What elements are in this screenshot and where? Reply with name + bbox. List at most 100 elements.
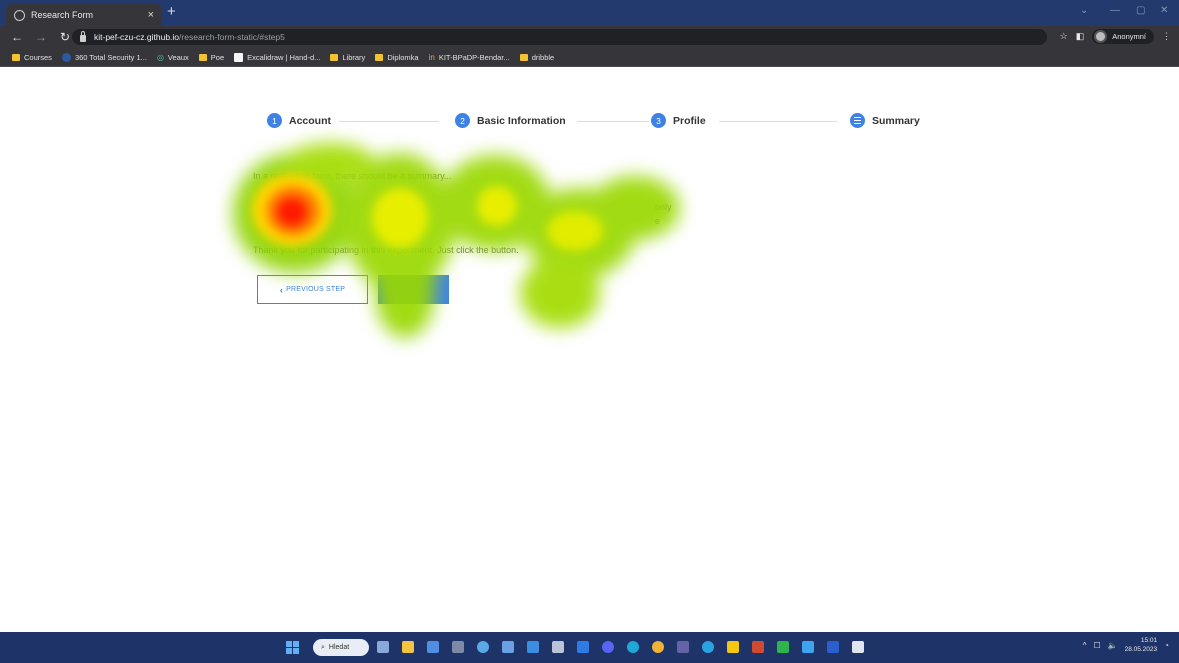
bookmark-label: Diplomka: [387, 52, 419, 62]
step-basic-information[interactable]: 2 Basic Information: [455, 113, 566, 128]
step-divider: [339, 120, 439, 122]
minimize-icon[interactable]: —: [1110, 5, 1120, 16]
reload-icon[interactable]: ↻: [58, 30, 72, 44]
browser-tab-strip: Research Form × + ⌄ — ▢ ✕: [0, 0, 1179, 26]
profile-label: Anonymní: [1112, 32, 1146, 41]
profile-button[interactable]: Anonymní: [1092, 29, 1154, 44]
gaze-heatmap-overlay: [233, 143, 680, 338]
display-icon[interactable]: ☐: [1093, 641, 1100, 650]
step-label: Profile: [673, 114, 706, 127]
menu-icon[interactable]: ⋮: [1162, 31, 1171, 42]
bookmark-excalidraw[interactable]: Excalidraw | Hand-d...: [234, 52, 320, 62]
folder-icon: [519, 53, 528, 61]
outlook-icon[interactable]: [527, 641, 539, 653]
star-icon[interactable]: ☆: [1060, 31, 1068, 42]
step-profile[interactable]: 3 Profile: [651, 113, 706, 128]
task-view-icon[interactable]: [377, 641, 389, 653]
chrome-icon[interactable]: [652, 641, 664, 653]
bookmark-label: Veaux: [167, 52, 189, 62]
new-tab-button[interactable]: +: [167, 4, 176, 19]
steam-icon[interactable]: [552, 641, 564, 653]
notifications-icon[interactable]: ◔: [1164, 641, 1169, 650]
bookmark-dribble[interactable]: dribble: [519, 52, 555, 62]
step-summary[interactable]: Summary: [850, 113, 920, 128]
browser-tab-research-form[interactable]: Research Form ×: [6, 4, 162, 26]
bookmarks-bar: Courses 360 Total Security 1... ◎ Veaux P…: [0, 48, 1179, 67]
globe-icon: [14, 9, 25, 21]
tab-search-icon[interactable]: ⌄: [1080, 5, 1088, 16]
url-host: kit-pef-czu-cz.github.io: [94, 32, 180, 42]
toolbar-right: ☆ ◧ Anonymní ⋮: [1060, 29, 1171, 44]
forward-icon[interactable]: →: [34, 30, 48, 44]
folder-icon: [198, 53, 207, 61]
maximize-icon[interactable]: ▢: [1136, 5, 1145, 16]
azure-icon[interactable]: [802, 641, 814, 653]
folder-icon: [375, 53, 384, 61]
tab-title: Research Form: [31, 10, 94, 20]
file-explorer-icon[interactable]: [402, 641, 414, 653]
step-divider: [577, 120, 649, 122]
settings-icon[interactable]: [477, 641, 489, 653]
telegram-icon[interactable]: [702, 641, 714, 653]
calendar-app-icon[interactable]: [427, 641, 439, 653]
chevron-up-icon[interactable]: ^: [1083, 641, 1087, 650]
summary-intro-text: In a real-world form, there should be a …: [253, 171, 452, 181]
notepad-icon[interactable]: [452, 641, 464, 653]
clock-date: 28.05.2023: [1124, 646, 1158, 653]
system-tray: ^ ☐ 🔈 15:01 28.05.2023 ◔: [1083, 636, 1169, 654]
bookmark-veaux[interactable]: ◎ Veaux: [157, 53, 189, 62]
bookmark-label: KIT-BPaDP-Bendar...: [438, 52, 510, 62]
address-bar[interactable]: kit-pef-czu-cz.github.io/research-form-s…: [72, 29, 1047, 45]
bookmark-poe[interactable]: Poe: [198, 52, 225, 62]
folder-icon: [330, 53, 339, 61]
wizard-stepper: 1 Account 2 Basic Information 3 Profile …: [267, 113, 927, 129]
back-icon[interactable]: ←: [10, 30, 24, 44]
volume-icon[interactable]: 🔈: [1108, 641, 1118, 650]
teams-icon[interactable]: [677, 641, 689, 653]
bookmark-diplomka[interactable]: Diplomka: [375, 52, 419, 62]
summary-text-fragment: only: [655, 202, 672, 212]
figma-icon[interactable]: [752, 641, 764, 653]
incognito-avatar-icon: [1094, 30, 1108, 43]
taskbar-search[interactable]: ⌕ Hledat: [313, 639, 369, 656]
app-icon[interactable]: [777, 641, 789, 653]
page-content: 1 Account 2 Basic Information 3 Profile …: [0, 68, 1179, 632]
word-icon[interactable]: [827, 641, 839, 653]
address-toolbar: ← → ↻ kit-pef-czu-cz.github.io/research-…: [0, 26, 1179, 48]
thank-you-text: Thank you for participating in this expe…: [253, 245, 519, 255]
bookmark-label: Library: [342, 52, 366, 62]
bookmark-360-total-security[interactable]: 360 Total Security 1...: [61, 52, 147, 62]
folder-icon: [12, 53, 20, 61]
taskbar-search-label: Hledat: [328, 644, 350, 651]
tab-close-icon[interactable]: ×: [148, 9, 154, 21]
clock[interactable]: 15:01 28.05.2023: [1125, 636, 1158, 654]
lock-icon[interactable]: [80, 30, 86, 42]
step-number: 2: [455, 113, 470, 128]
step-account[interactable]: 1 Account: [267, 113, 331, 128]
bookmark-courses[interactable]: Courses: [12, 53, 52, 62]
list-icon: [850, 113, 865, 128]
excalidraw-icon: [234, 52, 244, 62]
bookmark-label: dribble: [531, 52, 555, 62]
snipping-tool-icon[interactable]: [852, 641, 864, 653]
summary-text-fragment: e: [655, 216, 661, 226]
step-divider: [719, 120, 837, 122]
bookmark-kit-bpadp[interactable]: in KIT-BPaDP-Bendar...: [429, 53, 510, 62]
bookmark-library[interactable]: Library: [330, 53, 365, 62]
chevron-left-icon: ‹: [279, 284, 284, 295]
discord-icon[interactable]: [602, 641, 614, 653]
previous-step-button[interactable]: ‹ PREVIOUS STEP: [257, 275, 368, 304]
close-window-icon[interactable]: ✕: [1160, 5, 1168, 16]
bookmark-label: Courses: [24, 52, 52, 62]
windows-start-icon[interactable]: [286, 641, 299, 654]
step-number: 1: [267, 113, 282, 128]
step-label: Basic Information: [477, 114, 566, 127]
submit-button[interactable]: [378, 275, 449, 304]
photos-icon[interactable]: [502, 641, 514, 653]
sidepanel-icon[interactable]: ◧: [1076, 31, 1085, 42]
vscode-icon[interactable]: [577, 641, 589, 653]
bookmark-label: Poe: [210, 52, 225, 62]
edge-icon[interactable]: [627, 641, 639, 653]
powerbi-icon[interactable]: [727, 641, 739, 653]
previous-step-label: PREVIOUS STEP: [286, 286, 346, 293]
